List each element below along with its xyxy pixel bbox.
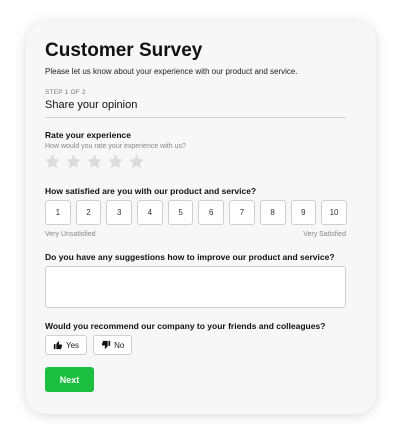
thumbs-up-icon [53,340,63,350]
scale-option-4[interactable]: 4 [137,200,163,225]
survey-card: Customer Survey Please let us know about… [26,22,376,414]
recommend-options: Yes No [45,335,133,355]
satisfaction-question-label: How satisfied are you with our product a… [45,186,257,196]
next-button[interactable]: Next [45,367,94,392]
scale-option-3[interactable]: 3 [106,200,133,225]
step-title: Share your opinion [45,99,138,111]
step-indicator: STEP 1 OF 2 [45,89,86,96]
star-icon[interactable] [107,153,124,170]
yes-button[interactable]: Yes [45,335,88,355]
star-icon[interactable] [128,153,145,170]
star-icon[interactable] [44,153,61,170]
rating-question-help: How would you rate your experience with … [45,143,186,150]
star-icon[interactable] [65,153,82,170]
star-rating [44,153,145,170]
suggestions-textarea[interactable] [45,266,346,308]
scale-option-5[interactable]: 5 [167,200,194,225]
survey-title: Customer Survey [45,40,203,61]
recommend-question-label: Would you recommend our company to your … [45,321,326,331]
scale-max-label: Very Satisfied [303,231,346,238]
scale-option-1[interactable]: 1 [45,200,71,225]
rating-question-label: Rate your experience [45,130,131,140]
yes-button-label: Yes [66,340,80,350]
no-button-label: No [114,340,125,350]
scale-min-label: Very Unsatisfied [45,231,96,238]
no-button[interactable]: No [93,335,133,355]
scale-option-6[interactable]: 6 [198,200,225,225]
thumbs-down-icon [101,340,111,350]
star-icon[interactable] [86,153,103,170]
suggestions-question-label: Do you have any suggestions how to impro… [45,252,335,262]
step-divider [45,117,346,118]
scale-option-7[interactable]: 7 [229,200,255,225]
survey-subtitle: Please let us know about your experience… [45,67,298,76]
scale-option-8[interactable]: 8 [259,200,286,225]
scale-option-9[interactable]: 9 [290,200,317,225]
satisfaction-scale: 1 2 3 4 5 6 7 8 9 10 [45,200,347,225]
scale-option-10[interactable]: 10 [321,200,347,225]
scale-option-2[interactable]: 2 [75,200,102,225]
